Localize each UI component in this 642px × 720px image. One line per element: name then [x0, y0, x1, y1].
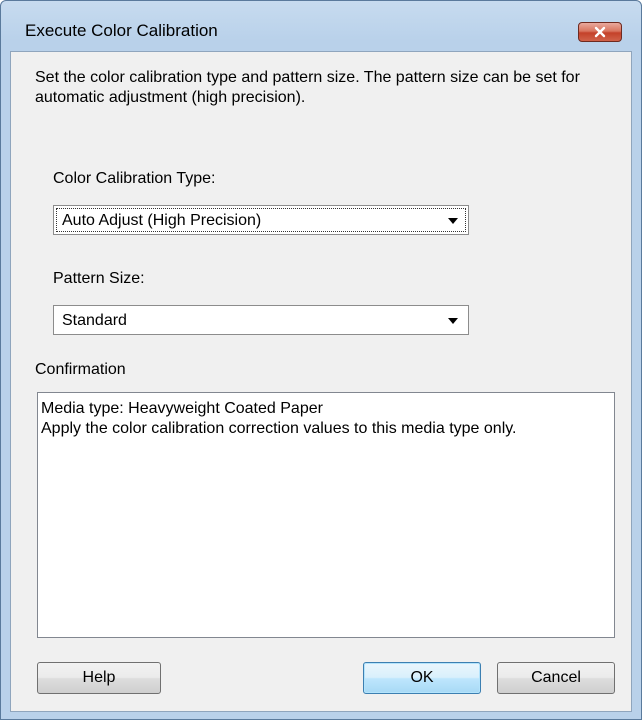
- ok-button[interactable]: OK: [363, 662, 481, 694]
- calibration-type-value: Auto Adjust (High Precision): [62, 212, 262, 229]
- close-icon: [594, 26, 606, 38]
- help-button[interactable]: Help: [37, 662, 161, 694]
- window-title: Execute Color Calibration: [25, 21, 218, 40]
- confirmation-label: Confirmation: [35, 361, 126, 378]
- chevron-down-icon[interactable]: [448, 218, 458, 224]
- pattern-size-label: Pattern Size:: [53, 270, 145, 287]
- dialog-window: Execute Color Calibration Set the color …: [0, 0, 642, 720]
- cancel-button[interactable]: Cancel: [497, 662, 615, 694]
- pattern-size-value: Standard: [62, 312, 127, 329]
- chevron-down-icon[interactable]: [448, 318, 458, 324]
- pattern-size-dropdown[interactable]: Standard: [53, 305, 469, 335]
- confirmation-textbox[interactable]: Media type: Heavyweight Coated Paper App…: [37, 392, 615, 638]
- dialog-body: Set the color calibration type and patte…: [10, 51, 632, 712]
- calibration-type-dropdown[interactable]: Auto Adjust (High Precision): [53, 205, 469, 235]
- close-button[interactable]: [578, 22, 622, 42]
- confirmation-line-media: Media type: Heavyweight Coated Paper: [41, 400, 323, 417]
- description-text: Set the color calibration type and patte…: [35, 69, 580, 106]
- confirmation-line-apply: Apply the color calibration correction v…: [41, 420, 517, 437]
- calibration-type-label: Color Calibration Type:: [53, 170, 216, 187]
